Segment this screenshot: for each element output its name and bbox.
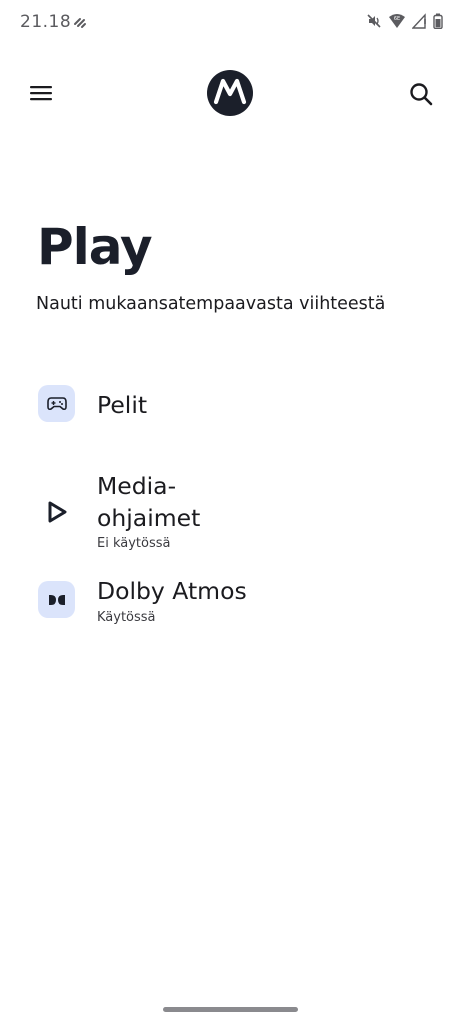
search-icon bbox=[410, 83, 433, 106]
motorola-logo bbox=[207, 70, 253, 116]
play-triangle-icon bbox=[38, 493, 75, 530]
status-icons: 6E bbox=[366, 13, 443, 29]
app-notification-icon bbox=[74, 18, 86, 28]
hamburger-menu-icon bbox=[30, 86, 52, 101]
list-item-media-controls[interactable]: Media-ohjaimet Ei käytössä bbox=[0, 470, 461, 560]
signal-icon bbox=[412, 13, 426, 29]
item-title-games: Pelit bbox=[97, 391, 148, 419]
battery-icon bbox=[433, 13, 443, 29]
list-item-games[interactable]: Pelit bbox=[0, 380, 461, 430]
status-time: 21.18 bbox=[20, 12, 72, 32]
search-button[interactable] bbox=[403, 76, 439, 112]
gamepad-icon bbox=[38, 385, 75, 422]
gesture-nav-handle[interactable] bbox=[163, 1007, 298, 1012]
menu-button[interactable] bbox=[24, 76, 58, 110]
status-bar: 21.18 6E bbox=[0, 0, 461, 44]
wifi-6e-icon: 6E bbox=[389, 14, 405, 28]
mute-icon bbox=[367, 14, 381, 28]
item-title-dolby-atmos: Dolby Atmos bbox=[97, 577, 247, 605]
list-item-dolby-atmos[interactable]: Dolby Atmos Käytössä bbox=[0, 575, 461, 635]
page-title: Play bbox=[37, 218, 153, 276]
dolby-icon bbox=[38, 581, 75, 618]
item-summary-dolby-atmos: Käytössä bbox=[97, 610, 156, 625]
item-title-media-controls: Media-ohjaimet bbox=[97, 472, 201, 532]
svg-text:6E: 6E bbox=[394, 16, 400, 22]
page-subtitle: Nauti mukaansatempaavasta viihteestä bbox=[36, 294, 386, 314]
item-summary-media-controls: Ei käytössä bbox=[97, 536, 171, 551]
